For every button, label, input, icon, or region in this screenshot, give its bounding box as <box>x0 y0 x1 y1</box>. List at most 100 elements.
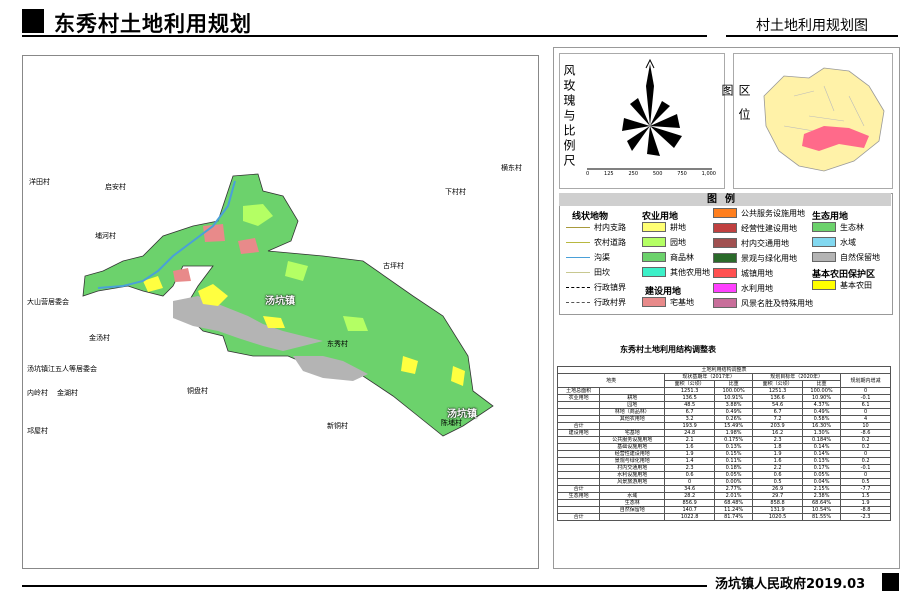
table-cell: 1.9 <box>840 499 891 507</box>
table-cell: 其他农用地 <box>599 415 666 423</box>
table-row: 合计 1022.8 81.74% 1020.5 81.55% -2.3 <box>556 513 891 521</box>
place-xiatian: 下村村 <box>445 188 466 196</box>
table-cell: 合计 <box>556 513 601 521</box>
land-use-map <box>82 173 494 437</box>
place-qi-an: 启安村 <box>105 183 126 191</box>
place-henghe: 埔河村 <box>95 232 116 240</box>
place-dongxiu: 东秀村 <box>327 340 348 348</box>
table-cell <box>556 443 601 451</box>
legend-color-label: 水域 <box>840 238 856 247</box>
title-rule <box>22 35 707 37</box>
table-cell: 0 <box>840 471 891 479</box>
table-cell: 0.15% <box>714 450 754 458</box>
table-cell: 81.55% <box>801 513 842 521</box>
table-row: 公共服务设施用地 2.1 0.175% 2.3 0.184% 0.2 <box>556 436 891 444</box>
legend-line-label: 农村道路 <box>594 238 626 247</box>
legend-color-swatch <box>642 252 666 262</box>
legend-color-label: 风景名胜及特殊用地 <box>741 299 813 308</box>
table-cell: 193.9 <box>664 422 716 430</box>
legend-color-label: 宅基地 <box>670 298 694 307</box>
col-base-year: 现状基期年（2017年） <box>664 373 754 381</box>
legend-color-label: 其他农用地 <box>670 268 710 277</box>
table-cell: 68.48% <box>714 499 754 507</box>
table-cell: 81.74% <box>714 513 754 521</box>
legend-color-label: 基本农田 <box>840 281 872 290</box>
scale-tick: 0 <box>586 171 590 177</box>
table-cell: 生态林 <box>599 499 666 507</box>
col-landtype: 地类 <box>556 373 666 388</box>
table-cell: 203.9 <box>752 422 803 430</box>
place-yangtian: 洋田村 <box>29 178 50 186</box>
legend-color-swatch <box>812 222 836 232</box>
table-cell <box>556 450 601 458</box>
legend-line-label: 沟渠 <box>594 253 610 262</box>
legend-color-swatch <box>642 237 666 247</box>
table-cell: 农业用地 <box>556 394 601 402</box>
table-cell: 2.15% <box>801 485 842 493</box>
table-row: 合计 34.6 2.77% 26.9 2.15% -7.7 <box>556 485 891 493</box>
table-cell <box>556 415 601 423</box>
table-cell: 10.54% <box>801 506 842 514</box>
table-cell <box>556 499 601 507</box>
table-cell: 水域 <box>599 492 666 500</box>
table-cell: 0 <box>840 408 891 416</box>
map-frame: 洋田村 启安村 埔河村 横东村 下村村 古坪村 大山营居委会 金汤村 汤坑镇江五… <box>22 55 539 569</box>
table-cell: 自然保留地 <box>599 506 666 514</box>
table-row: 村内交通用地 2.3 0.18% 2.2 0.17% -0.1 <box>556 464 891 472</box>
table-row: 景观与绿化用地 1.4 0.11% 1.6 0.13% 0.2 <box>556 457 891 465</box>
location-label: 区位图 <box>720 84 751 132</box>
wind-rose <box>587 58 712 170</box>
place-neiling: 内岭村 <box>27 389 48 397</box>
legend-line-swatch <box>566 257 590 258</box>
table-cell: 10 <box>840 422 891 430</box>
land-use-table: 土地利用结构调整表 地类 现状基期年（2017年） 规划目标年（2020年） 规… <box>556 366 891 521</box>
place-xinzhou: 新铜村 <box>327 422 348 430</box>
table-cell: 0.49% <box>801 408 842 416</box>
table-row: 合计 193.9 15.49% 203.9 16.30% 10 <box>556 422 891 430</box>
scale-tick: 250 <box>628 171 638 177</box>
legend-line-swatch <box>566 242 590 243</box>
legend-color-label: 经营性建设用地 <box>741 224 797 233</box>
table-row: 林地（商品林） 6.7 0.49% 6.7 0.49% 0 <box>556 408 891 416</box>
table-cell: 1251.3 <box>664 387 716 395</box>
table-cell: 0.26% <box>714 415 754 423</box>
table-cell: 1.30% <box>801 429 842 437</box>
legend-heading: 农业用地 <box>642 212 679 222</box>
table-cell: 68.64% <box>801 499 842 507</box>
legend-color-label: 城镇用地 <box>741 269 773 278</box>
legend-color-label: 商品林 <box>670 253 694 262</box>
table-cell <box>599 422 666 430</box>
table-row: 基础设施用地 1.6 0.13% 1.8 0.14% 0.2 <box>556 443 891 451</box>
table-cell: 10.90% <box>801 394 842 402</box>
table-row: 经营性建设用地 1.9 0.15% 1.9 0.14% 0 <box>556 450 891 458</box>
table-cell <box>556 436 601 444</box>
table-cell <box>556 457 601 465</box>
table-cell: 1.9 <box>664 450 716 458</box>
table-cell: 0.5 <box>752 478 803 486</box>
footer-rule <box>22 585 707 587</box>
table-cell: 6.7 <box>752 408 803 416</box>
table-cell: 合计 <box>556 422 601 430</box>
table-cell: 0.2 <box>840 457 891 465</box>
table-cell: 0.17% <box>801 464 842 472</box>
legend-line-swatch <box>566 272 590 273</box>
table-cell: 基础设施用地 <box>599 443 666 451</box>
table-cell: -7.7 <box>840 485 891 493</box>
legend-color-swatch <box>812 237 836 247</box>
footer-text: 汤坑镇人民政府2019.03 <box>715 577 866 592</box>
table-cell: 3.88% <box>714 401 754 409</box>
table-cell: 0 <box>840 450 891 458</box>
table-cell: 100.00% <box>714 387 754 395</box>
legend-color-label: 村内交通用地 <box>741 239 789 248</box>
legend-color-swatch <box>713 283 737 293</box>
table-cell <box>556 478 601 486</box>
place-tangkeng-jianghong: 汤坑镇江五人等居委会 <box>27 365 97 373</box>
table-row: 建设用地 宅基地 24.8 1.98% 16.2 1.30% -8.6 <box>556 429 891 437</box>
table-cell: 1.6 <box>752 457 803 465</box>
place-qiuwu: 邛屋村 <box>27 427 48 435</box>
location-panel: 区位图 <box>720 53 893 189</box>
table-cell: 0.5 <box>840 478 891 486</box>
col-ratio: 比重 <box>801 380 842 388</box>
legend-heading: 生态用地 <box>812 212 849 222</box>
table-body: 土地总面积 1251.3 100.00% 1251.3 100.00% 0 农业用地 耕地 13… <box>556 387 891 521</box>
